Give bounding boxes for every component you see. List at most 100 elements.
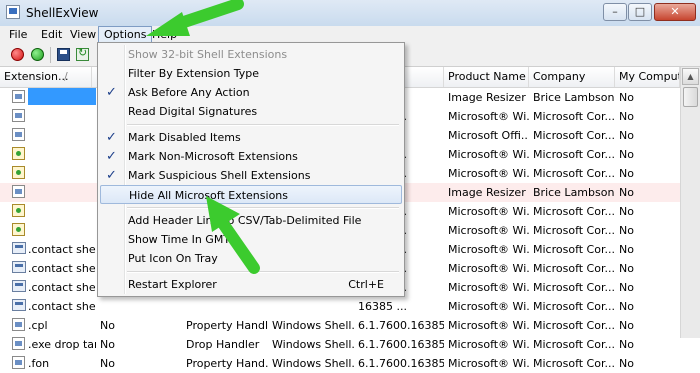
menu-item-put-icon-on-tray[interactable]: Put Icon On Tray (100, 249, 402, 268)
table-row[interactable]: .cpl No Property Handler Windows Shell... 6.… (0, 316, 680, 335)
cell-company: Brice Lambson (529, 183, 615, 202)
cell-c3 (268, 297, 354, 316)
menu-item-mark-suspicious-shell-extensions[interactable]: ✓ Mark Suspicious Shell Extensions (100, 166, 402, 185)
cell-product: Microsoft® Wi... (444, 202, 529, 221)
cell-text: No (619, 300, 634, 313)
cell-name: .contact shel... (24, 278, 96, 297)
cell-product: Microsoft® Wi... (444, 107, 529, 126)
cell-product: Microsoft® Wi... (444, 354, 529, 373)
cell-c1: No (96, 354, 182, 373)
menu-edit[interactable]: Edit (36, 26, 67, 43)
vertical-scrollbar[interactable]: ▲ (680, 67, 700, 338)
cell-text: Windows Shell... (272, 357, 354, 370)
save-icon[interactable] (57, 48, 70, 61)
cell-text: 16385 ... (358, 300, 407, 313)
cell-mycomp: No (615, 88, 680, 107)
cell-text: No (619, 224, 634, 237)
cell-text: No (619, 167, 634, 180)
cell-mycomp: No (615, 145, 680, 164)
menu-item-mark-non-microsoft-extensions[interactable]: ✓ Mark Non-Microsoft Extensions (100, 147, 402, 166)
cell-product: Microsoft® Wi... (444, 297, 529, 316)
cell-text: Microsoft® Wi... (448, 167, 529, 180)
menu-item-label: Add Header Line To CSV/Tab-Delimited Fil… (128, 214, 362, 227)
cell-name (24, 126, 96, 145)
menu-view[interactable]: View (65, 26, 101, 43)
cell-version: 6.1.7600.16385 ... (354, 354, 444, 373)
cell-name (24, 221, 96, 240)
menu-item-ask-before-any-action[interactable]: ✓ Ask Before Any Action (100, 83, 402, 102)
cell-text: Microsoft® Wi... (448, 110, 529, 123)
column-header-label: Extension... (4, 70, 69, 83)
minimize-button[interactable]: – (603, 3, 627, 21)
checkmark-icon: ✓ (106, 130, 117, 145)
menu-item-label: Mark Suspicious Shell Extensions (128, 169, 311, 182)
menu-item-mark-disabled-items[interactable]: ✓ Mark Disabled Items (100, 128, 402, 147)
column-header-extension[interactable]: Extension... / (0, 67, 92, 87)
menu-help[interactable]: Help (147, 26, 182, 43)
cell-company: Microsoft Cor... (529, 278, 615, 297)
cell-company: Microsoft Cor... (529, 145, 615, 164)
menu-item-label: Mark Non-Microsoft Extensions (128, 150, 298, 163)
menu-item-read-digital-signatures[interactable]: Read Digital Signatures (100, 102, 402, 121)
cell-company: Microsoft Cor... (529, 221, 615, 240)
menu-item-label: Read Digital Signatures (128, 105, 258, 118)
cell-text: No (619, 110, 634, 123)
menu-separator (127, 207, 399, 209)
cell-c2: Property Hand... (182, 354, 268, 373)
cell-name: .contact shel... (24, 240, 96, 259)
cell-text: No (100, 357, 115, 370)
cell-mycomp: No (615, 202, 680, 221)
cell-text: Microsoft® Wi... (448, 262, 529, 275)
column-header-product-name[interactable]: Product Name (444, 67, 529, 87)
cell-mycomp: No (615, 221, 680, 240)
cell-text: Microsoft Cor... (533, 224, 615, 237)
cell-text: Microsoft® Wi... (448, 319, 529, 332)
column-header-company[interactable]: Company (529, 67, 615, 87)
cell-text: Microsoft Cor... (533, 205, 615, 218)
menu-item-show-time-in-gmt[interactable]: Show Time In GMT (100, 230, 402, 249)
cell-text: No (619, 91, 634, 104)
cell-text: Microsoft® Wi... (448, 300, 529, 313)
menu-item-label: Show Time In GMT (128, 233, 231, 246)
cell-c2 (182, 297, 268, 316)
cell-text: No (619, 205, 634, 218)
cell-text: 6.1.7600.16385 ... (358, 319, 444, 332)
cell-text (28, 88, 96, 105)
menu-item-add-header-line-to-csv-tab-delimited-file[interactable]: Add Header Line To CSV/Tab-Delimited Fil… (100, 211, 402, 230)
cell-text: Microsoft Cor... (533, 300, 615, 313)
cell-product: Microsoft® Wi... (444, 145, 529, 164)
cell-text: No (619, 186, 634, 199)
cell-name: .fon (24, 354, 96, 373)
cell-mycomp: No (615, 107, 680, 126)
scrollbar-thumb[interactable] (683, 87, 698, 107)
cell-product: Microsoft® Wi... (444, 221, 529, 240)
close-button[interactable]: ✕ (654, 3, 696, 21)
menu-item-filter-by-extension-type[interactable]: Filter By Extension Type (100, 64, 402, 83)
menu-item-label: Put Icon On Tray (128, 252, 218, 265)
menu-item-restart-explorer[interactable]: Restart Explorer Ctrl+E (100, 275, 402, 294)
disable-icon[interactable] (11, 48, 24, 61)
menu-file[interactable]: File (4, 26, 32, 43)
refresh-icon[interactable] (76, 46, 89, 61)
cell-text: .contact shel... (28, 243, 96, 256)
menu-item-hide-all-microsoft-extensions[interactable]: Hide All Microsoft Extensions (100, 185, 402, 204)
cell-text: Microsoft® Wi... (448, 243, 529, 256)
table-row[interactable]: .contact shel... 16385 ... Microsoft® Wi..… (0, 297, 680, 316)
enable-icon[interactable] (31, 48, 44, 61)
cell-name: .contact shel... (24, 297, 96, 316)
cell-c1: No (96, 316, 182, 335)
cell-name (24, 88, 96, 107)
column-header-my-computer[interactable]: My Compute (615, 67, 680, 87)
scroll-up-icon[interactable]: ▲ (682, 68, 699, 85)
table-row[interactable]: .fon No Property Hand... Windows Shell... 6.… (0, 354, 680, 373)
cell-text: No (619, 338, 634, 351)
menu-options[interactable]: Options (98, 26, 153, 43)
maximize-button[interactable]: □ (628, 3, 652, 21)
cell-text: Image Resizer f... (448, 91, 529, 104)
cell-product: Image Resizer f... (444, 88, 529, 107)
cell-text: No (619, 357, 634, 370)
cell-text: .contact shel... (28, 300, 96, 313)
cell-text: No (100, 338, 115, 351)
app-icon (6, 5, 20, 19)
cell-company: Microsoft Cor... (529, 164, 615, 183)
